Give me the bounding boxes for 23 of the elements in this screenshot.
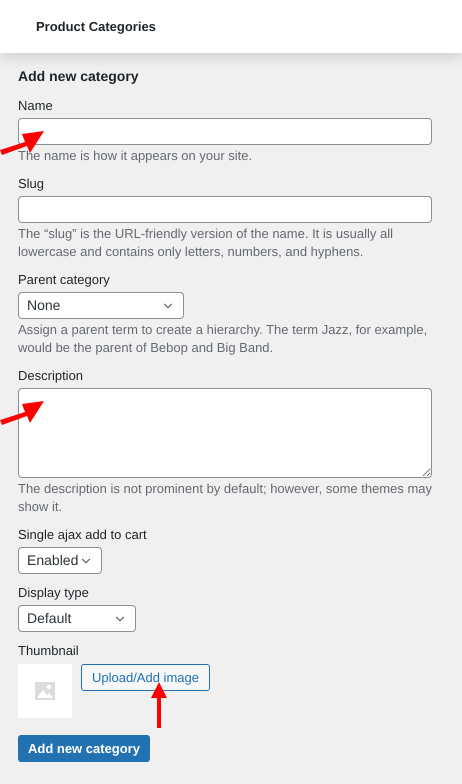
dropdown-select[interactable]: None [18, 292, 184, 319]
help-text: The “slug” is the URL-friendly version of the name. It is usually all lowercase and contains only letters, numbers, and hyphens. [18, 225, 394, 261]
text-field[interactable] [18, 118, 432, 145]
dropdown-select[interactable]: Enabled [18, 547, 102, 574]
field-label: Description [18, 367, 84, 385]
page-title: Product Categories [36, 18, 156, 36]
help-text: The description is not prominent by default; however, some themes may show it. [18, 480, 434, 516]
annotation-arrow [0, 401, 44, 425]
help-text: The name is how it appears on your site. [18, 147, 254, 165]
dropdown-select[interactable]: Default [18, 605, 136, 632]
field-label: Display type [18, 584, 90, 602]
add-category-button[interactable]: Add new category [18, 735, 150, 762]
help-text: Assign a parent term to create a hierarchy. The term Jazz, for example, would be the parent of Bebop and Big Band. [18, 321, 428, 357]
description-field[interactable] [18, 388, 432, 478]
field-label: Single ajax add to cart [18, 526, 148, 544]
form-heading: Add new category [18, 67, 140, 85]
field-label: Parent category [18, 271, 111, 289]
field-label: Thumbnail [18, 642, 80, 660]
text-field[interactable] [18, 196, 432, 223]
upload-image-button[interactable]: Upload/Add image [81, 664, 210, 691]
field-label: Slug [18, 175, 46, 193]
field-label: Name [18, 97, 54, 115]
image-icon [35, 682, 55, 700]
